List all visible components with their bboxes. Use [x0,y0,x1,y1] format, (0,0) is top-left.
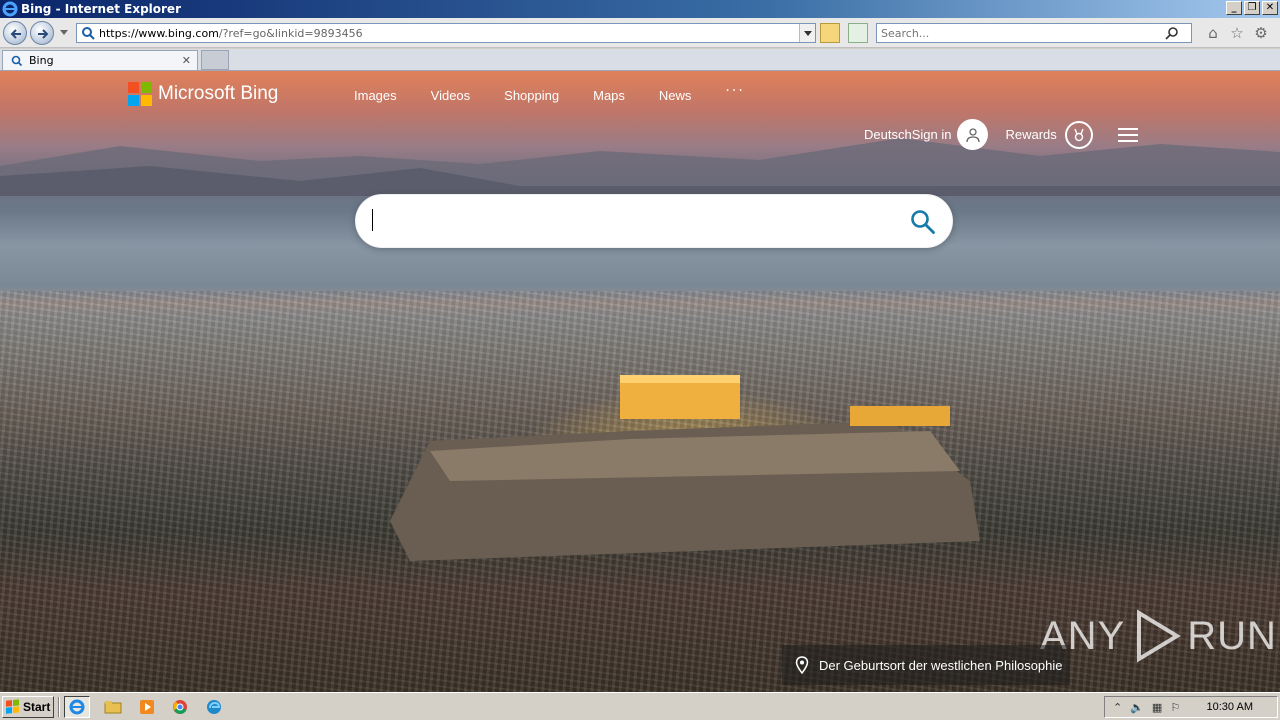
nav-images[interactable]: Images [354,88,397,103]
navigation-bar: https://www.bing.com/?ref=go&linkid=9893… [0,18,1280,48]
brand-name: Microsoft Bing [158,83,279,104]
taskbar-separator [58,697,60,717]
nav-videos[interactable]: Videos [431,88,471,103]
lock-icon[interactable] [820,23,840,43]
restore-button[interactable]: ❐ [1244,1,1260,15]
nav-shopping[interactable]: Shopping [504,88,559,103]
settings-gear-icon[interactable]: ⚙ [1252,24,1270,42]
user-avatar-icon[interactable] [957,119,989,150]
window-title: Bing - Internet Explorer [21,2,181,16]
account-bar: Deutsch Sign in Rewards [864,119,1138,150]
more-menu-button[interactable]: ··· [725,83,744,103]
background-acropolis [390,375,980,561]
image-caption[interactable]: Der Geburtsort der westlichen Philosophi… [782,645,1070,685]
search-icon [82,27,95,40]
back-button[interactable] [3,21,27,45]
close-tab-icon[interactable]: ✕ [182,54,191,67]
browser-search-input[interactable] [881,26,1151,40]
internet-explorer-taskbar-icon[interactable] [64,696,90,718]
new-tab-button[interactable] [201,50,229,70]
show-hidden-icons-icon[interactable]: ⌃ [1113,701,1122,714]
address-dropdown-button[interactable] [799,24,815,42]
bing-homepage: Microsoft Bing Images Videos Shopping Ma… [0,71,1280,692]
url-path: /?ref=go&linkid=9893456 [218,26,363,40]
language-link[interactable]: Deutsch [864,127,912,142]
bing-search-box[interactable] [356,195,952,247]
text-caret [372,209,373,231]
window-titlebar: Bing - Internet Explorer _ ❐ ✕ [0,0,1280,18]
close-window-button[interactable]: ✕ [1262,1,1278,15]
volume-icon[interactable]: 🔈 [1130,701,1144,714]
arrow-left-icon [10,29,21,39]
file-explorer-icon[interactable] [100,696,126,718]
edge-icon[interactable] [201,696,227,718]
location-pin-icon [795,656,809,674]
signin-link[interactable]: Sign in [912,127,952,142]
internet-explorer-icon [2,1,18,17]
address-url: https://www.bing.com/?ref=go&linkid=9893… [99,27,363,40]
network-icon[interactable]: ▦ [1152,701,1162,714]
compatibility-view-icon[interactable] [848,23,868,43]
home-icon[interactable]: ⌂ [1204,24,1222,42]
rewards-link[interactable]: Rewards [1005,127,1056,142]
arrow-right-icon [38,29,49,39]
start-button[interactable]: Start [2,696,54,718]
anyrun-watermark: ANY RUN [1040,609,1277,663]
favorites-star-icon[interactable]: ☆ [1228,24,1246,42]
search-icon[interactable] [1165,26,1179,40]
media-player-icon[interactable] [134,696,160,718]
watermark-right: RUN [1187,613,1277,658]
browser-search-box[interactable] [876,23,1192,43]
image-caption-text: Der Geburtsort der westlichen Philosophi… [819,657,1063,673]
system-tray: ⌃ 🔈 ▦ ⚐ 10:30 AM [1104,696,1278,718]
tab-bar: Bing ✕ [0,49,1280,71]
bing-top-nav: Images Videos Shopping Maps News ··· [354,83,745,103]
nav-maps[interactable]: Maps [593,88,625,103]
bing-logo[interactable]: Microsoft Bing [128,82,278,106]
search-icon[interactable] [910,209,936,235]
search-icon [11,55,23,66]
clock[interactable]: 10:30 AM [1207,701,1253,713]
address-bar[interactable]: https://www.bing.com/?ref=go&linkid=9893… [76,23,816,43]
minimize-button[interactable]: _ [1226,1,1242,15]
tab-bing[interactable]: Bing ✕ [2,50,198,70]
taskbar: Start ⌃ 🔈 ▦ ⚐ 10:30 AM [0,692,1280,720]
start-label: Start [23,700,51,714]
tab-label: Bing [29,54,54,67]
recent-pages-dropdown[interactable] [60,30,68,35]
action-center-flag-icon[interactable]: ⚐ [1170,701,1180,714]
hamburger-menu-icon[interactable] [1117,127,1138,142]
forward-button[interactable] [30,21,54,45]
rewards-trophy-icon[interactable] [1064,120,1093,149]
chrome-icon[interactable] [167,696,193,718]
microsoft-logo-icon [128,82,152,106]
windows-flag-icon [6,699,20,714]
bing-search-input[interactable] [372,209,892,233]
url-host: https://www.bing.com [99,26,219,40]
nav-news[interactable]: News [659,88,692,103]
play-icon [1137,609,1182,663]
